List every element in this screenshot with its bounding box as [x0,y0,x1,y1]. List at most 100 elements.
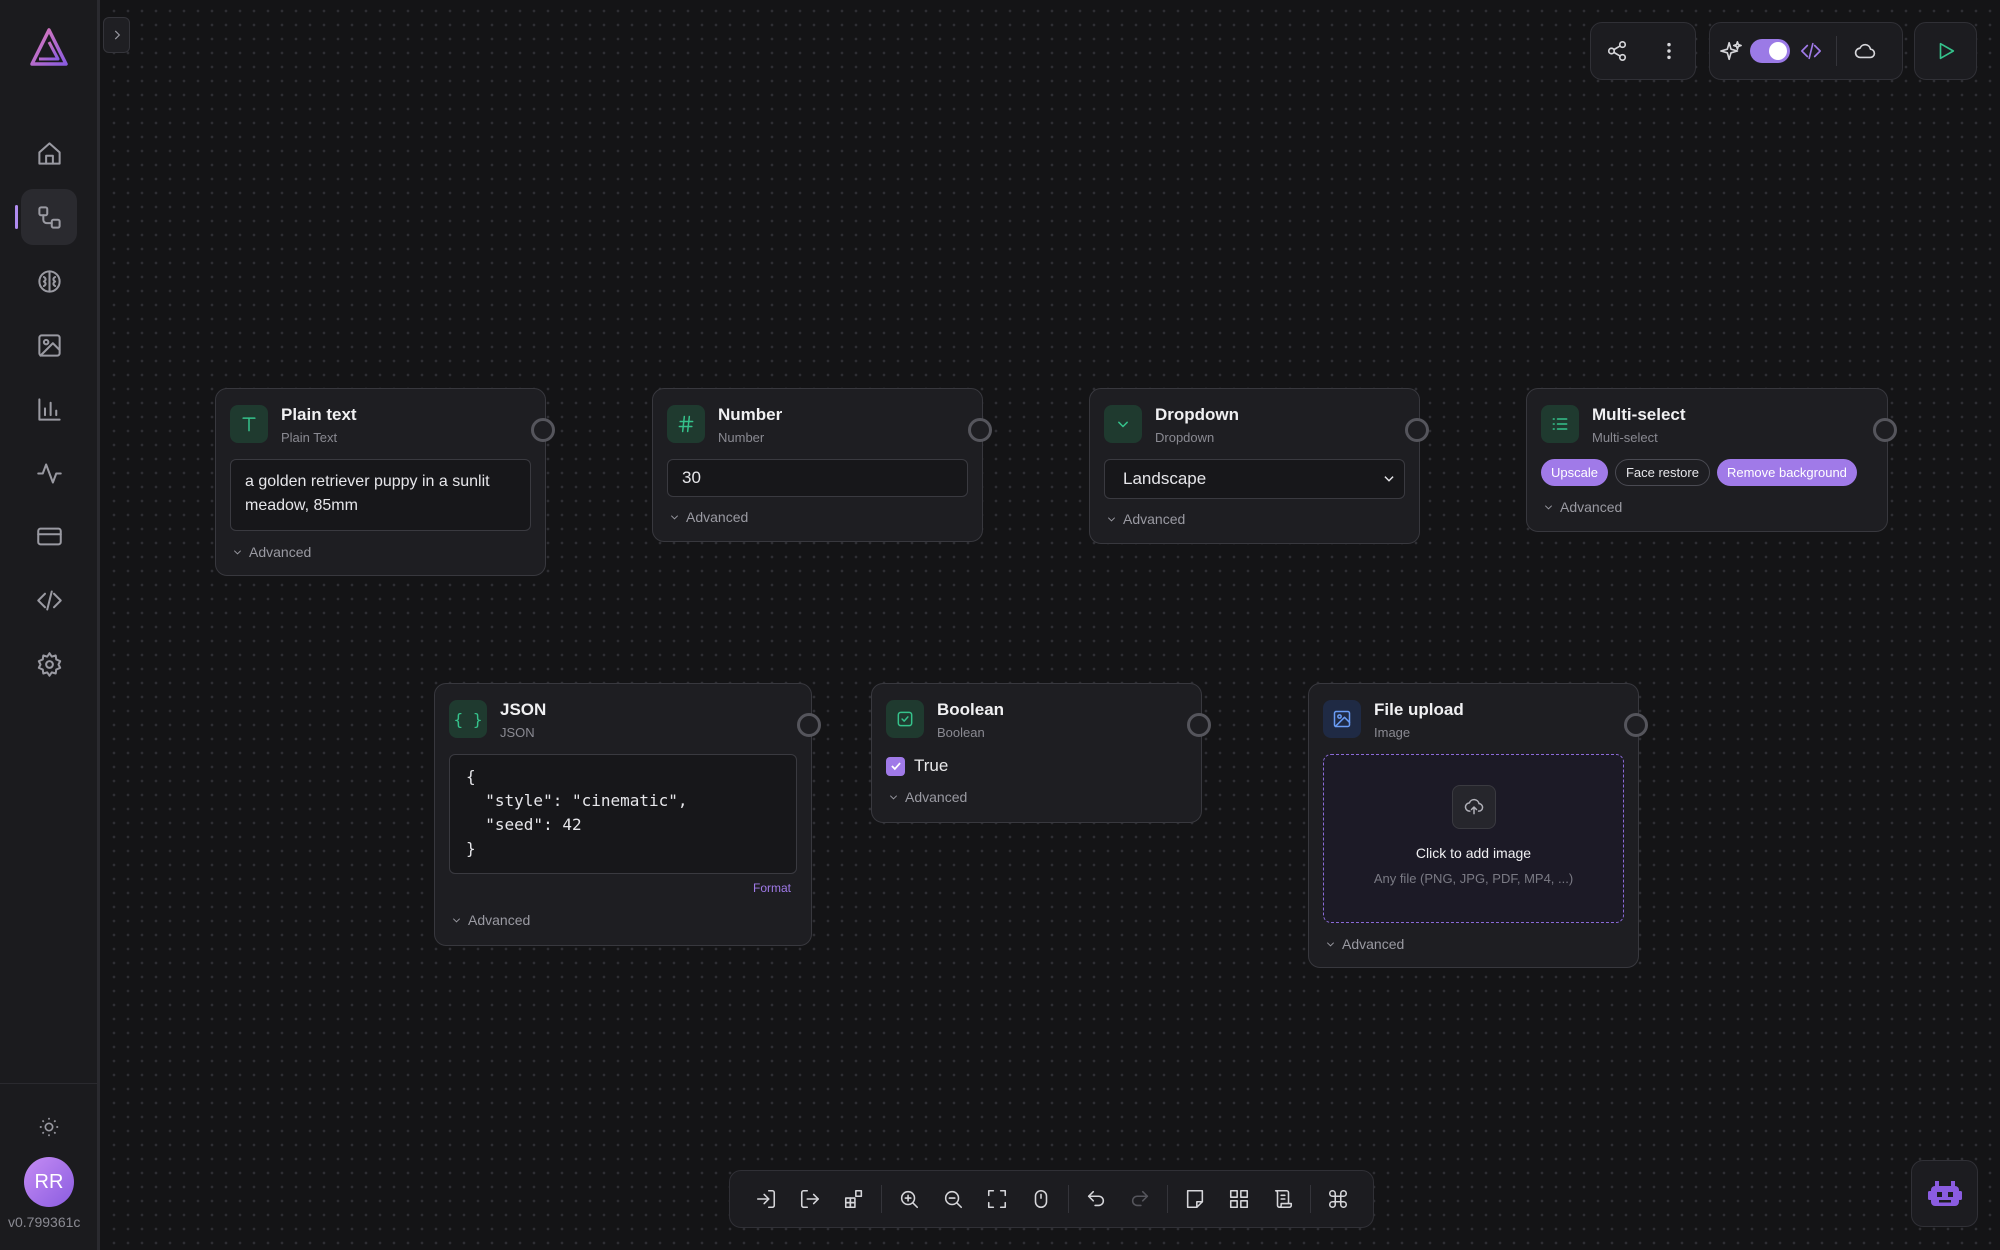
advanced-label: Advanced [249,544,312,560]
multi-select-options: Upscale Face restore Remove background [1541,459,1864,486]
output-port[interactable] [1624,713,1648,737]
scroll-log-button[interactable] [1261,1179,1305,1219]
undo-button[interactable] [1074,1179,1118,1219]
user-avatar[interactable]: RR [24,1157,74,1207]
advanced-toggle[interactable]: Advanced [669,509,748,525]
advanced-label: Advanced [905,789,968,805]
advanced-toggle[interactable]: Advanced [1106,511,1185,527]
zoom-in-icon [900,1190,919,1209]
app-logo[interactable] [26,26,72,72]
boolean-checkbox[interactable] [886,756,905,776]
number-input[interactable]: 30 [667,459,968,497]
activity-icon [36,462,62,484]
cloud-button[interactable] [1845,31,1885,71]
plain-text-input[interactable]: a golden retriever puppy in a sunlit mea… [230,459,531,531]
dropdown-node[interactable]: Dropdown Dropdown Landscape Advanced [1089,388,1429,544]
play-icon [1939,42,1954,60]
format-json-button[interactable]: Format [753,881,791,895]
import-button[interactable] [744,1179,788,1219]
advanced-toggle[interactable]: Advanced [451,912,530,928]
advanced-label: Advanced [468,912,531,928]
command-icon [1329,1190,1347,1208]
check-icon [890,762,901,771]
redo-button[interactable] [1118,1179,1162,1219]
undo-icon [1087,1190,1105,1207]
node-title: Number [718,405,783,424]
scroll-mode-button[interactable] [1019,1179,1063,1219]
boolean-checkbox-row[interactable]: True [886,756,948,776]
output-port[interactable] [1873,418,1897,442]
advanced-label: Advanced [1560,499,1623,515]
toolbar-divider [1167,1185,1168,1213]
json-editor[interactable]: { "style": "cinematic", "seed": 42} [449,754,797,874]
output-port[interactable] [1405,418,1429,442]
add-note-button[interactable] [1173,1179,1217,1219]
advanced-toggle[interactable]: Advanced [888,789,967,805]
run-button[interactable] [1926,31,1966,71]
output-port[interactable] [1187,713,1211,737]
file-upload-node[interactable]: File upload Image Click to add image Any… [1308,683,1648,968]
nav-activity[interactable] [21,445,77,501]
nav-settings[interactable] [21,636,77,692]
ai-sparkle-button[interactable] [1716,31,1746,71]
number-node[interactable]: Number Number 30 Advanced [652,388,992,542]
share-toolbar [1590,22,1696,80]
output-port[interactable] [797,713,821,737]
nav-workflows[interactable] [15,189,77,245]
nav-analytics[interactable] [21,381,77,437]
nav-home[interactable] [21,125,77,181]
workflow-canvas[interactable] [103,0,2000,1250]
code-view-button[interactable] [1794,31,1828,71]
upload-icon-box [1451,785,1496,829]
advanced-toggle[interactable]: Advanced [1543,499,1622,515]
code-mode-toggle[interactable] [1750,39,1790,63]
export-button[interactable] [788,1179,832,1219]
output-port[interactable] [531,418,555,442]
zoom-out-icon [944,1190,963,1209]
nav-billing[interactable] [21,508,77,564]
mode-toolbar [1709,22,1903,80]
nav-models[interactable] [21,253,77,309]
zoom-out-button[interactable] [931,1179,975,1219]
multi-select-node[interactable]: Multi-select Multi-select Upscale Face r… [1526,388,1897,532]
node-title: Plain text [281,405,357,424]
node-subtitle: Plain Text [281,430,338,445]
expand-panel-button[interactable] [103,17,130,53]
option-pill-remove-background[interactable]: Remove background [1716,459,1857,486]
log-out-icon [800,1189,820,1209]
nav-api[interactable] [21,572,77,628]
toolbar-divider [1068,1185,1069,1213]
sun-icon [39,1117,59,1137]
json-node[interactable]: { } JSON JSON { "style": "cinematic", "s… [434,683,821,946]
command-palette-button[interactable] [1316,1179,1360,1219]
zoom-in-button[interactable] [887,1179,931,1219]
share-button[interactable] [1597,31,1637,71]
node-subtitle: Dropdown [1155,430,1215,445]
toolbar-divider [1310,1185,1311,1213]
advanced-toggle[interactable]: Advanced [232,544,311,560]
code-icon [1801,42,1821,60]
hash-icon [667,405,705,443]
plain-text-node[interactable]: Plain text Plain Text a golden retriever… [215,388,555,576]
nav-gallery[interactable] [21,317,77,373]
toggle-knob [1769,42,1787,60]
boolean-node[interactable]: Boolean Boolean True Advanced [871,683,1211,823]
option-pill-face-restore[interactable]: Face restore [1614,459,1710,486]
braces-icon: { } [449,700,487,738]
fit-view-button[interactable] [975,1179,1019,1219]
dropdown-select[interactable]: Landscape [1104,459,1405,499]
advanced-toggle[interactable]: Advanced [1325,936,1404,952]
add-node-button[interactable] [832,1179,876,1219]
bot-mascot-icon [1927,1180,1962,1206]
output-port[interactable] [968,418,992,442]
file-dropzone[interactable]: Click to add image Any file (PNG, JPG, P… [1323,754,1624,923]
list-icon [1541,405,1579,443]
gear-icon [37,651,61,677]
chevron-down-icon [1104,405,1142,443]
option-pill-upscale[interactable]: Upscale [1541,459,1608,486]
text-type-icon [230,405,268,443]
theme-toggle[interactable] [34,1112,64,1142]
more-options-button[interactable] [1649,31,1689,71]
grid-layout-button[interactable] [1217,1179,1261,1219]
assistant-bot-button[interactable] [1911,1160,1978,1227]
